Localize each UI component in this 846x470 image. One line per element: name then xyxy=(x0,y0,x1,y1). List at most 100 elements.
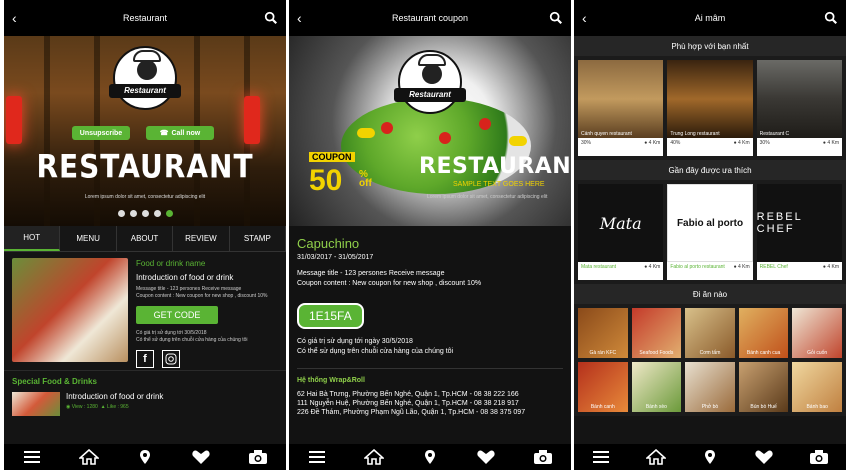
banner-lorem: Lorem ipsum dolor sit amet, consectetur … xyxy=(427,194,548,200)
brand-card[interactable]: Fabio al porto Fabio al porto restaurant… xyxy=(667,184,753,280)
location-icon[interactable] xyxy=(700,449,720,465)
restaurant-image xyxy=(756,60,842,138)
carousel-dot[interactable] xyxy=(129,210,137,217)
dish-tile[interactable]: Gỏi cuốn xyxy=(792,308,842,358)
restaurant-logo: Restaurant xyxy=(394,50,466,114)
restaurant-card[interactable]: Restaurant C 30% ● 4 Km xyxy=(756,60,842,156)
restaurant-screen: ‹ Restaurant Restaurant Unsupscribe ☎ Ca… xyxy=(4,0,286,470)
location-icon: ● xyxy=(644,140,648,146)
carousel-dot[interactable] xyxy=(117,210,125,217)
special-item[interactable]: Introduction of food or drink ◉ View : 1… xyxy=(4,388,286,420)
section-title: Phù hợp với bạn nhất xyxy=(574,36,846,56)
dish-tile[interactable]: Bánh canh xyxy=(578,362,628,412)
bottom-nav xyxy=(4,444,286,470)
menu-icon[interactable] xyxy=(591,449,611,465)
dish-tile[interactable]: Phở bò xyxy=(685,362,735,412)
carousel-dot[interactable] xyxy=(153,210,161,217)
address-line: 111 Nguyễn Huệ, Phường Bến Nghé, Quận 1,… xyxy=(297,400,519,407)
dish-tile[interactable]: Gà rán KFC xyxy=(578,308,628,358)
location-icon: ● xyxy=(644,264,648,270)
food-image[interactable] xyxy=(12,258,128,362)
restaurant-image xyxy=(578,60,664,138)
featured-item: Food or drink name Introduction of food … xyxy=(4,252,286,369)
restaurant-name: Trung Long restaurant xyxy=(670,131,720,137)
location-icon[interactable] xyxy=(420,449,440,465)
percent-off: % off xyxy=(359,169,372,189)
dish-tile[interactable]: Seafood Foods xyxy=(631,308,682,358)
coupon-message: Message title - 123 persones Receive mes… xyxy=(297,270,445,277)
section-title: Gần đây được ưa thích xyxy=(574,160,846,180)
brand-card[interactable]: REBEL CHEF REBEL Chef ● 4 Km xyxy=(756,184,842,280)
location-icon: ● xyxy=(733,264,737,270)
carousel-dot-active[interactable] xyxy=(165,210,173,217)
home-icon[interactable] xyxy=(78,449,99,465)
camera-icon[interactable] xyxy=(533,449,553,465)
bottom-nav xyxy=(574,444,846,470)
search-icon[interactable] xyxy=(549,11,563,25)
facebook-icon[interactable]: f xyxy=(136,350,154,369)
restaurant-card[interactable]: Trung Long restaurant 40% ● 4 Km xyxy=(667,60,753,156)
dish-tile[interactable]: Bánh xèo xyxy=(631,362,682,412)
dish-tile[interactable]: Bún bò Huế xyxy=(738,362,789,412)
search-icon[interactable] xyxy=(264,11,278,25)
unsubscribe-button[interactable]: Unsupscribe xyxy=(72,126,130,140)
menu-icon[interactable] xyxy=(307,449,327,465)
sample-text: SAMPLE TEXT GOES HERE xyxy=(453,181,545,188)
special-item-title: Introduction of food or drink xyxy=(66,392,164,401)
bottom-nav xyxy=(289,444,571,470)
tab-review[interactable]: REVIEW xyxy=(173,226,230,251)
section-title: Đi ăn nào xyxy=(574,284,846,304)
hero-banner: Restaurant Unsupscribe ☎ Call now RESTAU… xyxy=(4,36,286,226)
heart-icon[interactable] xyxy=(476,449,496,465)
tab-about[interactable]: ABOUT xyxy=(117,226,174,251)
system-title: Hệ thống Wrap&Roll xyxy=(297,376,365,384)
back-icon[interactable]: ‹ xyxy=(297,11,311,25)
heart-icon[interactable] xyxy=(191,449,211,465)
instagram-icon[interactable] xyxy=(162,350,180,369)
carousel-dot[interactable] xyxy=(141,210,149,217)
hero-subtext: Lorem ipsum dolor sit amet, consectetur … xyxy=(84,194,206,200)
phone-icon: ☎ xyxy=(159,130,169,137)
screen-title: Restaurant coupon xyxy=(391,13,469,23)
brand-card[interactable]: Mata Mata restaurant ● 4 Km xyxy=(578,184,664,280)
camera-icon[interactable] xyxy=(248,449,268,465)
top-bar: ‹ Ai mâm xyxy=(574,0,846,36)
tab-menu[interactable]: MENU xyxy=(60,226,117,251)
location-icon: ● xyxy=(822,140,826,146)
lets-eat-section: Đi ăn nào Gà rán KFC Seafood Foods Cơm t… xyxy=(574,284,846,416)
like-icon: ▲ xyxy=(100,404,106,410)
home-icon[interactable] xyxy=(363,449,384,465)
restaurant-card[interactable]: Cánh quyen restaurant 30% ● 4 Km xyxy=(578,60,664,156)
back-icon[interactable]: ‹ xyxy=(12,11,26,25)
call-now-button[interactable]: ☎ Call now xyxy=(146,126,214,140)
heart-icon[interactable] xyxy=(754,449,774,465)
dish-tile[interactable]: Cơm tấm xyxy=(685,308,735,358)
tab-hot[interactable]: HOT xyxy=(4,226,61,251)
dish-tile[interactable]: Bánh bao xyxy=(792,362,842,412)
address-line: 226 Đề Thám, Phường Phạm Ngũ Lão, Quận 1… xyxy=(297,409,526,417)
dish-tile[interactable]: Bánh canh cua xyxy=(738,308,789,358)
valid-text: Có giá trị sử dụng tới ngày 30/5/2018 xyxy=(297,338,413,346)
coupon-date-range: 31/03/2017 - 31/05/2017 xyxy=(297,254,374,261)
back-icon[interactable]: ‹ xyxy=(582,11,596,25)
special-section-title: Special Food & Drinks xyxy=(4,370,286,388)
favorite-section: Gần đây được ưa thích Mata Mata restaura… xyxy=(574,160,846,284)
mata-logo: Mata xyxy=(578,184,664,262)
location-icon[interactable] xyxy=(135,449,155,465)
location-icon: ● xyxy=(822,264,826,270)
home-icon[interactable] xyxy=(645,449,666,465)
coupon-code[interactable]: 1E15FA xyxy=(297,303,364,330)
coupon-name: Capuchino xyxy=(297,236,360,251)
food-name: Food or drink name xyxy=(136,259,206,268)
camera-icon[interactable] xyxy=(809,449,829,465)
get-code-button[interactable]: GET CODE xyxy=(136,306,218,325)
special-item-image xyxy=(12,392,60,416)
tab-stamp[interactable]: STAMP xyxy=(230,226,286,251)
best-match-section: Phù hợp với bạn nhất Cánh quyen restaura… xyxy=(574,36,846,160)
social-links: f xyxy=(136,350,278,369)
menu-icon[interactable] xyxy=(22,449,42,465)
restaurant-name: Cánh quyen restaurant xyxy=(581,131,632,137)
discount-percent: 50 xyxy=(309,164,343,197)
search-icon[interactable] xyxy=(824,11,838,25)
food-intro: Introduction of food or drink xyxy=(136,273,234,283)
